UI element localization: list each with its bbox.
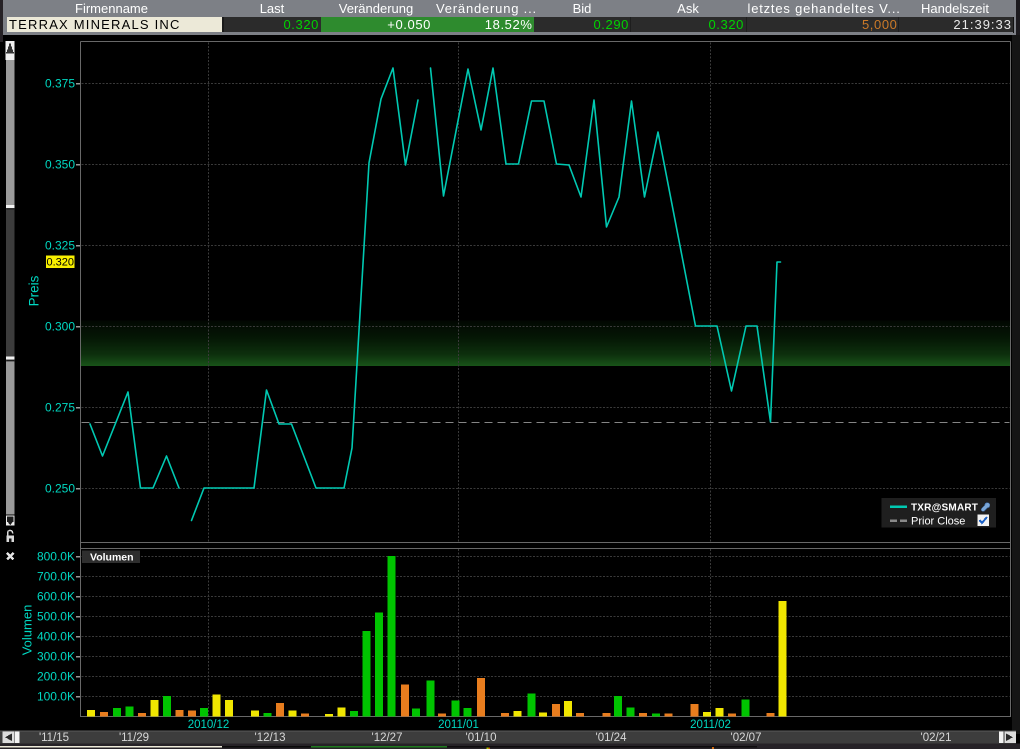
svg-text:0.300: 0.300	[45, 320, 75, 334]
svg-text:0.375: 0.375	[45, 77, 75, 91]
svg-text:700.0K: 700.0K	[37, 570, 75, 584]
svg-text:300.0K: 300.0K	[37, 650, 75, 664]
svg-text:Preis: Preis	[27, 275, 42, 306]
svg-text:'11/29: '11/29	[119, 732, 149, 744]
svg-text:'02/07: '02/07	[731, 732, 762, 744]
svg-text:Volumen: Volumen	[20, 605, 35, 656]
svg-text:2011/02: 2011/02	[690, 719, 731, 731]
svg-text:0.325: 0.325	[45, 239, 75, 253]
svg-text:'02/21: '02/21	[921, 732, 952, 744]
svg-text:800.0K: 800.0K	[37, 550, 75, 564]
svg-text:0.250: 0.250	[45, 482, 75, 496]
svg-text:'11/15: '11/15	[39, 732, 69, 744]
svg-text:Prior Close: Prior Close	[911, 516, 965, 528]
svg-text:Volumen: Volumen	[90, 552, 134, 564]
svg-text:500.0K: 500.0K	[37, 610, 75, 624]
svg-text:0.350: 0.350	[45, 158, 75, 172]
svg-text:2011/01: 2011/01	[438, 719, 479, 731]
svg-text:400.0K: 400.0K	[37, 630, 75, 644]
svg-text:'01/10: '01/10	[466, 732, 497, 744]
svg-text:100.0K: 100.0K	[37, 690, 75, 704]
svg-text:0.275: 0.275	[45, 401, 75, 415]
svg-text:2010/12: 2010/12	[188, 719, 230, 731]
svg-text:200.0K: 200.0K	[37, 670, 75, 684]
svg-text:'12/27: '12/27	[372, 732, 403, 744]
svg-text:'12/13: '12/13	[255, 732, 286, 744]
svg-text:600.0K: 600.0K	[37, 590, 75, 604]
svg-text:0.320: 0.320	[47, 257, 75, 269]
svg-text:'01/24: '01/24	[596, 732, 628, 744]
svg-text:TXR@SMART: TXR@SMART	[911, 503, 978, 514]
